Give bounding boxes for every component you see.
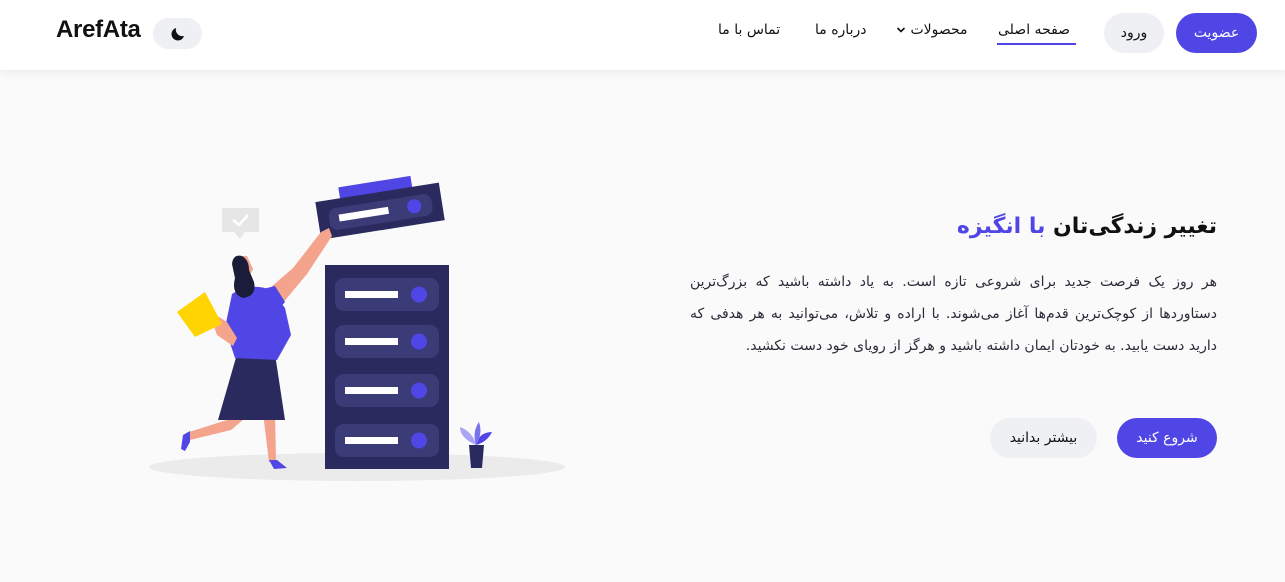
- chevron-down-icon: [896, 27, 906, 33]
- hero-title: تغییر زندگی‌تان با انگیزه: [957, 214, 1217, 239]
- site-logo[interactable]: ArefAta: [56, 16, 141, 44]
- nav-home[interactable]: صفحه اصلی: [998, 22, 1070, 38]
- server-cabinet: [325, 265, 449, 469]
- nav-about[interactable]: درباره ما: [815, 22, 866, 38]
- theme-toggle-button[interactable]: [153, 18, 202, 49]
- moon-icon: [170, 27, 184, 41]
- lifted-drawer: [315, 175, 445, 240]
- top-navbar: ArefAta تماس با ما درباره ما محصولات صفح…: [0, 0, 1285, 70]
- nav-products-label: محصولات: [910, 22, 968, 38]
- nav-products[interactable]: محصولات: [892, 22, 968, 38]
- hero-title-accent: با انگیزه: [956, 214, 1046, 239]
- signup-button[interactable]: عضویت: [1176, 13, 1257, 53]
- hero-description: هر روز یک فرصت جدید برای شروعی تازه است.…: [690, 274, 1217, 354]
- learn-more-button[interactable]: بیشتر بدانید: [990, 418, 1097, 458]
- person-figure: [177, 228, 332, 469]
- login-button[interactable]: ورود: [1104, 13, 1164, 53]
- active-nav-indicator: [997, 43, 1076, 45]
- nav-contact[interactable]: تماس با ما: [718, 22, 780, 38]
- start-button[interactable]: شروع کنید: [1117, 418, 1217, 458]
- check-bubble-icon: [222, 208, 259, 239]
- hero-title-main: تغییر زندگی‌تان: [1045, 214, 1217, 239]
- hero-illustration: [149, 175, 565, 481]
